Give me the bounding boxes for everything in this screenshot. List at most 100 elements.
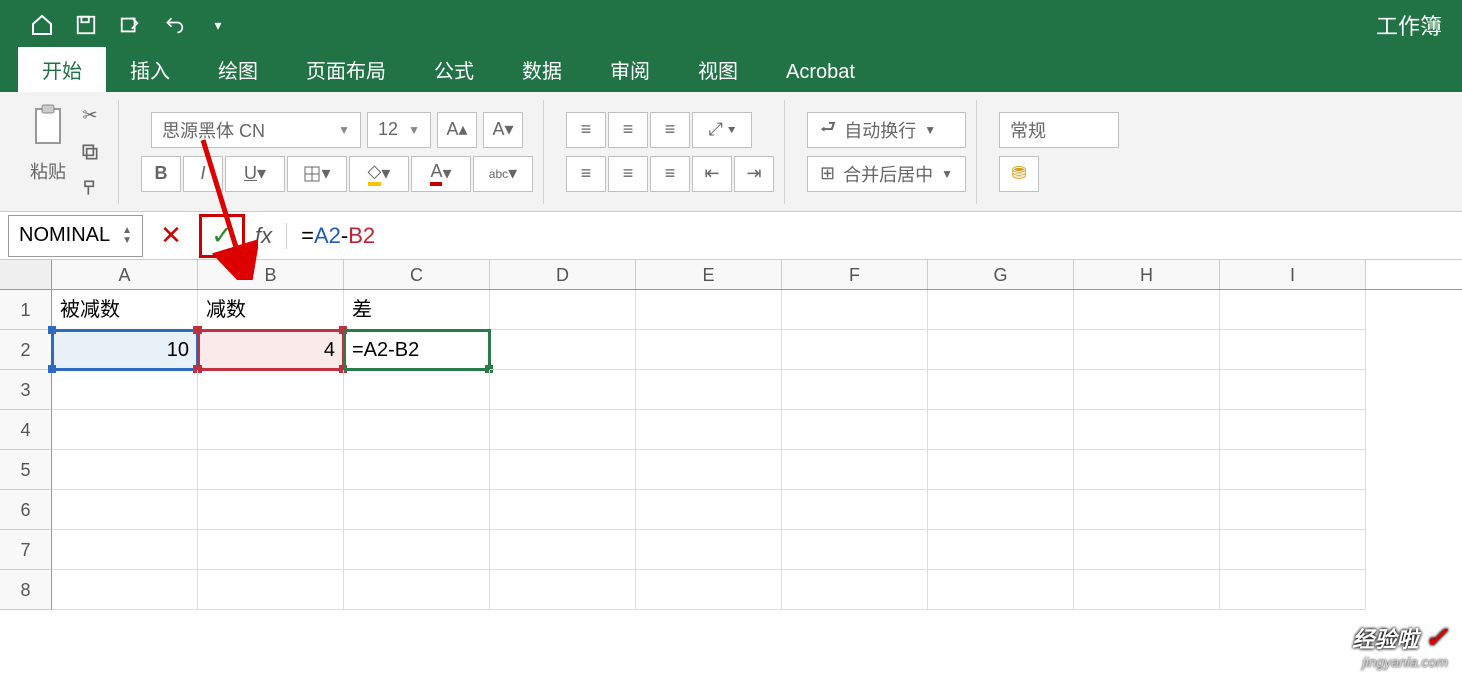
cell-I6[interactable] (1220, 490, 1366, 530)
cell-D6[interactable] (490, 490, 636, 530)
wrap-text-button[interactable]: ⮐自动换行▼ (807, 112, 966, 148)
cell-G5[interactable] (928, 450, 1074, 490)
row-header-4[interactable]: 4 (0, 410, 52, 450)
cell-I1[interactable] (1220, 290, 1366, 330)
cell-H2[interactable] (1074, 330, 1220, 370)
cell-A8[interactable] (52, 570, 198, 610)
col-header-D[interactable]: D (490, 260, 636, 289)
cell-I2[interactable] (1220, 330, 1366, 370)
phonetic-button[interactable]: abc ▾ (473, 156, 533, 192)
merge-center-button[interactable]: ⊞合并后居中▼ (807, 156, 966, 192)
formula-input[interactable]: =A2-B2 (287, 223, 1462, 249)
cell-C8[interactable] (344, 570, 490, 610)
cell-E7[interactable] (636, 530, 782, 570)
paste-button[interactable] (28, 101, 68, 154)
cell-D4[interactable] (490, 410, 636, 450)
cell-B8[interactable] (198, 570, 344, 610)
row-header-8[interactable]: 8 (0, 570, 52, 610)
cell-D2[interactable] (490, 330, 636, 370)
cell-F8[interactable] (782, 570, 928, 610)
cell-F1[interactable] (782, 290, 928, 330)
increase-font-icon[interactable]: A▴ (437, 112, 477, 148)
font-size-select[interactable]: 12▼ (367, 112, 431, 148)
cell-F3[interactable] (782, 370, 928, 410)
col-header-E[interactable]: E (636, 260, 782, 289)
copy-icon[interactable] (72, 137, 108, 167)
cell-H5[interactable] (1074, 450, 1220, 490)
row-header-7[interactable]: 7 (0, 530, 52, 570)
cancel-formula-button[interactable]: ✕ (149, 215, 193, 257)
decrease-indent-icon[interactable]: ⇤ (692, 156, 732, 192)
undo-icon[interactable] (152, 5, 196, 45)
cell-B5[interactable] (198, 450, 344, 490)
underline-button[interactable]: U ▾ (225, 156, 285, 192)
italic-button[interactable]: I (183, 156, 223, 192)
col-header-H[interactable]: H (1074, 260, 1220, 289)
cell-D8[interactable] (490, 570, 636, 610)
cell-E1[interactable] (636, 290, 782, 330)
cell-D7[interactable] (490, 530, 636, 570)
cell-E6[interactable] (636, 490, 782, 530)
col-header-I[interactable]: I (1220, 260, 1366, 289)
cell-E5[interactable] (636, 450, 782, 490)
bold-button[interactable]: B (141, 156, 181, 192)
orientation-icon[interactable]: ⤢ ▾ (692, 112, 752, 148)
row-header-6[interactable]: 6 (0, 490, 52, 530)
tab-draw[interactable]: 绘图 (194, 47, 282, 92)
cell-I4[interactable] (1220, 410, 1366, 450)
cell-A2[interactable]: 10 (52, 330, 198, 370)
align-center-icon[interactable]: ≡ (608, 156, 648, 192)
col-header-F[interactable]: F (782, 260, 928, 289)
cell-B1[interactable]: 减数 (198, 290, 344, 330)
tab-data[interactable]: 数据 (498, 47, 586, 92)
cell-D3[interactable] (490, 370, 636, 410)
cell-B2[interactable]: 4 (198, 330, 344, 370)
row-header-3[interactable]: 3 (0, 370, 52, 410)
cell-E3[interactable] (636, 370, 782, 410)
cell-C3[interactable] (344, 370, 490, 410)
number-format-select[interactable]: 常规 (999, 112, 1119, 148)
edit-icon[interactable] (108, 5, 152, 45)
cell-G4[interactable] (928, 410, 1074, 450)
cell-G2[interactable] (928, 330, 1074, 370)
cell-A1[interactable]: 被减数 (52, 290, 198, 330)
row-header-5[interactable]: 5 (0, 450, 52, 490)
cell-H6[interactable] (1074, 490, 1220, 530)
align-left-icon[interactable]: ≡ (566, 156, 606, 192)
row-header-1[interactable]: 1 (0, 290, 52, 330)
fx-label[interactable]: fx (255, 223, 287, 249)
cell-H8[interactable] (1074, 570, 1220, 610)
home-icon[interactable] (20, 5, 64, 45)
cell-C2[interactable]: =A2-B2 (344, 330, 490, 370)
align-bottom-icon[interactable]: ≡ (650, 112, 690, 148)
col-header-A[interactable]: A (52, 260, 198, 289)
cell-H4[interactable] (1074, 410, 1220, 450)
cell-G1[interactable] (928, 290, 1074, 330)
decrease-font-icon[interactable]: A▾ (483, 112, 523, 148)
cell-B6[interactable] (198, 490, 344, 530)
cell-E8[interactable] (636, 570, 782, 610)
cell-F2[interactable] (782, 330, 928, 370)
cell-A6[interactable] (52, 490, 198, 530)
cell-E4[interactable] (636, 410, 782, 450)
tab-home[interactable]: 开始 (18, 47, 106, 92)
cell-G6[interactable] (928, 490, 1074, 530)
align-middle-icon[interactable]: ≡ (608, 112, 648, 148)
cell-D1[interactable] (490, 290, 636, 330)
name-box[interactable]: NOMINAL ▲▼ (8, 215, 143, 257)
cell-C7[interactable] (344, 530, 490, 570)
cell-D5[interactable] (490, 450, 636, 490)
cell-E2[interactable] (636, 330, 782, 370)
tab-review[interactable]: 审阅 (586, 47, 674, 92)
font-name-select[interactable]: 思源黑体 CN▼ (151, 112, 361, 148)
tab-page-layout[interactable]: 页面布局 (282, 47, 410, 92)
cell-F5[interactable] (782, 450, 928, 490)
fill-color-button[interactable]: ◇ ▾ (349, 156, 409, 192)
cell-C4[interactable] (344, 410, 490, 450)
select-all-corner[interactable] (0, 260, 52, 289)
col-header-C[interactable]: C (344, 260, 490, 289)
cell-A3[interactable] (52, 370, 198, 410)
cell-B3[interactable] (198, 370, 344, 410)
border-button[interactable]: ▾ (287, 156, 347, 192)
cell-I8[interactable] (1220, 570, 1366, 610)
